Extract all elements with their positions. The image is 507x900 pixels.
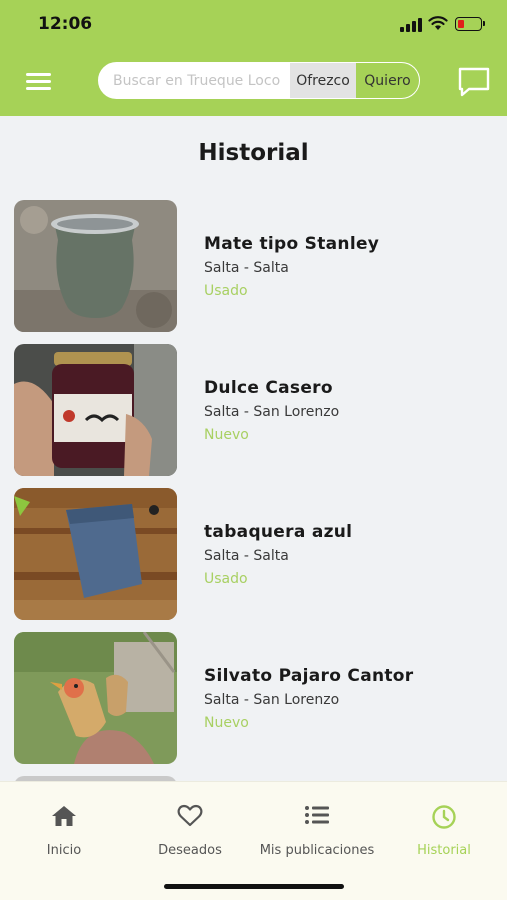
wifi-icon xyxy=(428,16,448,30)
history-item[interactable]: tabaquera azul Salta - Salta Usado xyxy=(14,488,484,620)
item-location: Salta - Salta xyxy=(204,548,289,564)
top-navbar: Buscar en Trueque Loco Ofrezco Quiero xyxy=(0,50,507,116)
item-photo xyxy=(14,200,177,332)
item-location: Salta - Salta xyxy=(204,260,289,276)
item-condition: Nuevo xyxy=(204,715,249,731)
tab-label: Deseados xyxy=(158,843,222,858)
cellular-signal-icon xyxy=(400,18,422,32)
home-icon xyxy=(52,806,76,826)
item-photo xyxy=(14,488,177,620)
clock-icon xyxy=(432,805,456,829)
status-time: 12:06 xyxy=(38,14,93,34)
item-photo xyxy=(14,632,177,764)
heart-icon xyxy=(177,804,203,827)
item-title: Silvato Pajaro Cantor xyxy=(204,666,414,686)
item-condition: Usado xyxy=(204,283,248,299)
item-photo xyxy=(14,344,177,476)
home-indicator xyxy=(164,884,344,889)
item-condition: Usado xyxy=(204,571,248,587)
history-item[interactable]: Silvato Pajaro Cantor Salta - San Lorenz… xyxy=(14,632,484,764)
tab-label: Mis publicaciones xyxy=(259,843,375,858)
status-bar: 12:06 xyxy=(0,0,507,50)
history-item[interactable]: Mate tipo Stanley Salta - Salta Usado xyxy=(14,200,484,332)
item-condition: Nuevo xyxy=(204,427,249,443)
page-title: Historial xyxy=(198,140,309,166)
menu-icon[interactable] xyxy=(26,70,52,92)
tab-label: Historial xyxy=(417,843,471,858)
tab-mis-publicaciones[interactable]: Mis publicaciones xyxy=(254,782,380,872)
search-input[interactable]: Buscar en Trueque Loco xyxy=(99,63,290,98)
history-item[interactable]: Dulce Casero Salta - San Lorenzo Nuevo xyxy=(14,344,484,476)
offer-toggle-button[interactable]: Ofrezco xyxy=(290,63,356,98)
want-toggle-button[interactable]: Quiero xyxy=(356,63,419,98)
item-title: tabaquera azul xyxy=(204,522,353,542)
tab-inicio[interactable]: Inicio xyxy=(1,782,127,872)
chat-icon[interactable] xyxy=(457,67,491,97)
item-title: Dulce Casero xyxy=(204,378,333,398)
battery-icon xyxy=(455,17,485,31)
bottom-tab-bar: Inicio Deseados Mis publicaciones Histor… xyxy=(0,781,507,900)
item-location: Salta - San Lorenzo xyxy=(204,692,340,708)
list-icon xyxy=(305,806,329,824)
search-bar: Buscar en Trueque Loco Ofrezco Quiero xyxy=(98,62,420,99)
tab-deseados[interactable]: Deseados xyxy=(127,782,253,872)
tab-historial[interactable]: Historial xyxy=(381,782,507,872)
tab-label: Inicio xyxy=(46,843,82,858)
item-location: Salta - San Lorenzo xyxy=(204,404,340,420)
item-title: Mate tipo Stanley xyxy=(204,234,380,254)
